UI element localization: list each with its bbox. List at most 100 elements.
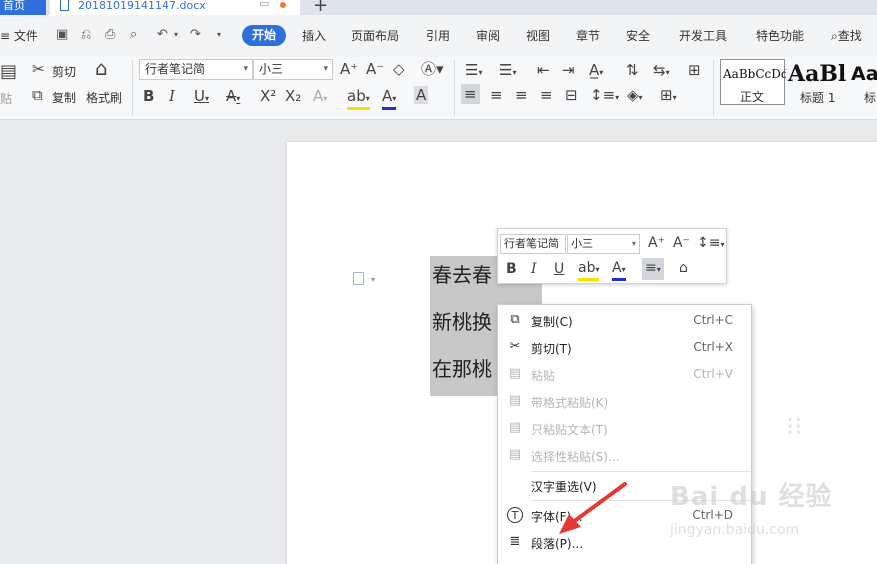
chevron-down-icon: ▾ xyxy=(243,64,248,74)
copy-icon: ⧉ xyxy=(510,312,520,327)
borders-table-icon[interactable]: ⊞ xyxy=(688,62,701,78)
mini-toolbar: 行者笔记简 小三 ▾ A⁺ A⁻ ↕≡▾ B I U ab▾ A▾ ≡▾ ⌂ xyxy=(497,228,727,284)
show-marks-icon[interactable]: ⇆▾ xyxy=(653,62,670,81)
menu-tab-insert[interactable]: 插入 xyxy=(302,27,326,44)
print-preview-icon[interactable]: ⌕ xyxy=(130,28,144,42)
paste-icon[interactable]: ▤ xyxy=(0,63,17,81)
line-spacing-icon[interactable]: ↕≡▾ xyxy=(697,235,724,253)
mini-font-name-select[interactable]: 行者笔记简 xyxy=(500,234,566,254)
align-left-icon[interactable]: ≡ xyxy=(461,84,480,104)
tab-home[interactable]: 首页 xyxy=(0,0,46,15)
line-spacing-icon[interactable]: ↕≡▾ xyxy=(590,87,619,106)
paste-label[interactable]: 贴 xyxy=(0,90,12,107)
ctx-paste-text-only[interactable]: ▤ 只粘贴文本(T) xyxy=(498,415,751,442)
ctx-copy[interactable]: ⧉ 复制(C) Ctrl+C xyxy=(498,307,751,334)
style-normal-preview: AaBbCcDd xyxy=(723,67,789,81)
menu-tab-start[interactable]: 开始 xyxy=(242,25,286,46)
chevron-down-icon: ▾ xyxy=(323,64,328,74)
menu-tab-references[interactable]: 引用 xyxy=(426,27,450,44)
watermark-url: jingyan.baidu.com xyxy=(670,522,800,538)
text-outline-icon[interactable]: A▾ xyxy=(313,88,327,107)
new-tab-button[interactable]: + xyxy=(313,0,328,16)
print-icon[interactable]: ⎙ xyxy=(105,28,119,42)
ribbon-divider xyxy=(454,60,455,116)
ctx-paste[interactable]: ▤ 粘贴 Ctrl+V xyxy=(498,361,751,388)
undo-icon[interactable]: ↶ xyxy=(157,28,171,42)
paragraph-handle-icon[interactable] xyxy=(353,272,364,285)
italic-icon[interactable]: I xyxy=(169,88,175,104)
menu-tab-developer[interactable]: 开发工具 xyxy=(679,27,727,44)
sort-icon[interactable]: ⇅ xyxy=(626,62,639,78)
format-painter-button[interactable]: 格式刷 xyxy=(86,89,122,106)
grow-font-icon[interactable]: A⁺ xyxy=(340,61,358,77)
menu-tab-page-layout[interactable]: 页面布局 xyxy=(351,27,399,44)
save-icon[interactable]: ▣ xyxy=(56,28,70,42)
char-shading-icon[interactable]: A xyxy=(414,86,429,104)
style-heading-2[interactable]: Aa 标 xyxy=(850,59,877,105)
ctx-cut-label: 剪切(T) xyxy=(531,342,572,356)
font-color-icon[interactable]: A▾ xyxy=(382,88,397,110)
file-menu[interactable]: ≡ 文件 xyxy=(0,27,38,44)
shrink-font-icon[interactable]: A⁻ xyxy=(673,235,690,251)
document-line[interactable]: 新桃换 xyxy=(432,306,492,335)
menu-tab-features[interactable]: 特色功能 xyxy=(756,27,804,44)
copy-button[interactable]: 复制 xyxy=(52,89,76,106)
watermark-deco-icon: ⁝⁝ xyxy=(786,412,803,442)
strikethrough-icon[interactable]: A▾ xyxy=(226,88,240,107)
increase-indent-icon[interactable]: ⇥ xyxy=(562,62,575,78)
distribute-icon[interactable]: ⊟ xyxy=(565,87,578,103)
tab-document[interactable]: 20181019141147.docx ▭ xyxy=(50,0,300,15)
cut-button[interactable]: 剪切 xyxy=(52,63,76,80)
customize-toolbar-icon[interactable]: ▾ xyxy=(217,28,231,42)
document-line[interactable]: 在那桃 xyxy=(432,353,492,382)
shading-icon[interactable]: ◈▾ xyxy=(627,87,643,106)
font-color-icon[interactable]: A▾ xyxy=(612,260,626,281)
superscript-icon[interactable]: X² xyxy=(260,88,276,104)
ctx-cut[interactable]: ✂ 剪切(T) Ctrl+X xyxy=(498,334,751,361)
subscript-icon[interactable]: X₂ xyxy=(285,88,301,104)
asian-layout-icon[interactable]: A̲▾ xyxy=(589,62,603,81)
redo-icon[interactable]: ↷ xyxy=(190,28,204,42)
document-line[interactable]: 春去春 xyxy=(432,259,492,288)
style-heading-1[interactable]: AaBl 标题 1 xyxy=(786,59,849,105)
menu-tab-view[interactable]: 视图 xyxy=(526,27,550,44)
paste-icon: ▤ xyxy=(508,366,522,381)
shrink-font-icon[interactable]: A⁻ xyxy=(366,61,384,77)
format-painter-icon[interactable]: ⌂ xyxy=(679,260,688,276)
highlight-icon[interactable]: ab▾ xyxy=(347,88,370,110)
bold-icon[interactable]: B xyxy=(506,261,517,277)
search-icon: ⌕ xyxy=(831,29,838,43)
underline-icon[interactable]: U▾ xyxy=(194,88,209,107)
grow-font-icon[interactable]: A⁺ xyxy=(648,235,665,251)
justify-icon[interactable]: ≡ xyxy=(540,87,553,103)
ribbon-divider xyxy=(713,60,714,116)
italic-icon[interactable]: I xyxy=(531,261,537,277)
numbered-list-icon[interactable]: ☰▾ xyxy=(499,62,516,81)
chevron-down-icon[interactable]: ▾ xyxy=(371,275,375,284)
bullet-list-icon[interactable]: ☰▾ xyxy=(465,62,482,81)
clear-format-icon[interactable]: ◇ xyxy=(393,61,405,77)
align-right-icon[interactable]: ≡ xyxy=(515,87,528,103)
border-icon[interactable]: ⊞▾ xyxy=(660,87,677,106)
highlight-icon[interactable]: ab▾ xyxy=(578,260,600,281)
underline-icon[interactable]: U xyxy=(554,261,564,277)
font-name-select[interactable]: 行者笔记简 ▾ xyxy=(139,59,253,80)
text-effect-icon[interactable]: Ⓐ▾ xyxy=(421,61,444,77)
font-size-select[interactable]: 小三 ▾ xyxy=(253,59,333,80)
undo-dropdown-icon[interactable]: ▾ xyxy=(174,28,188,42)
mini-font-size-value: 小三 xyxy=(571,237,593,250)
style-normal[interactable]: AaBbCcDd 正文 xyxy=(720,59,789,105)
menu-tab-chapter[interactable]: 章节 xyxy=(576,27,600,44)
menu-tab-review[interactable]: 审阅 xyxy=(476,27,500,44)
ctx-paste-with-format[interactable]: ▤ 带格式粘贴(K) xyxy=(498,388,751,415)
bold-icon[interactable]: B xyxy=(143,88,154,104)
align-center-icon[interactable]: ≡ xyxy=(490,87,503,103)
menu-tab-security[interactable]: 安全 xyxy=(626,27,650,44)
ctx-paste-special[interactable]: ▤ 选择性粘贴(S)... xyxy=(498,442,751,469)
search-button[interactable]: ⌕查找 xyxy=(831,27,862,44)
mini-font-size-select[interactable]: 小三 ▾ xyxy=(567,234,640,254)
export-pdf-icon[interactable]: ⎌ xyxy=(81,28,95,42)
cloud-sync-icon[interactable]: ▭ xyxy=(259,0,269,9)
decrease-indent-icon[interactable]: ⇤ xyxy=(537,62,550,78)
align-icon[interactable]: ≡▾ xyxy=(642,258,664,280)
